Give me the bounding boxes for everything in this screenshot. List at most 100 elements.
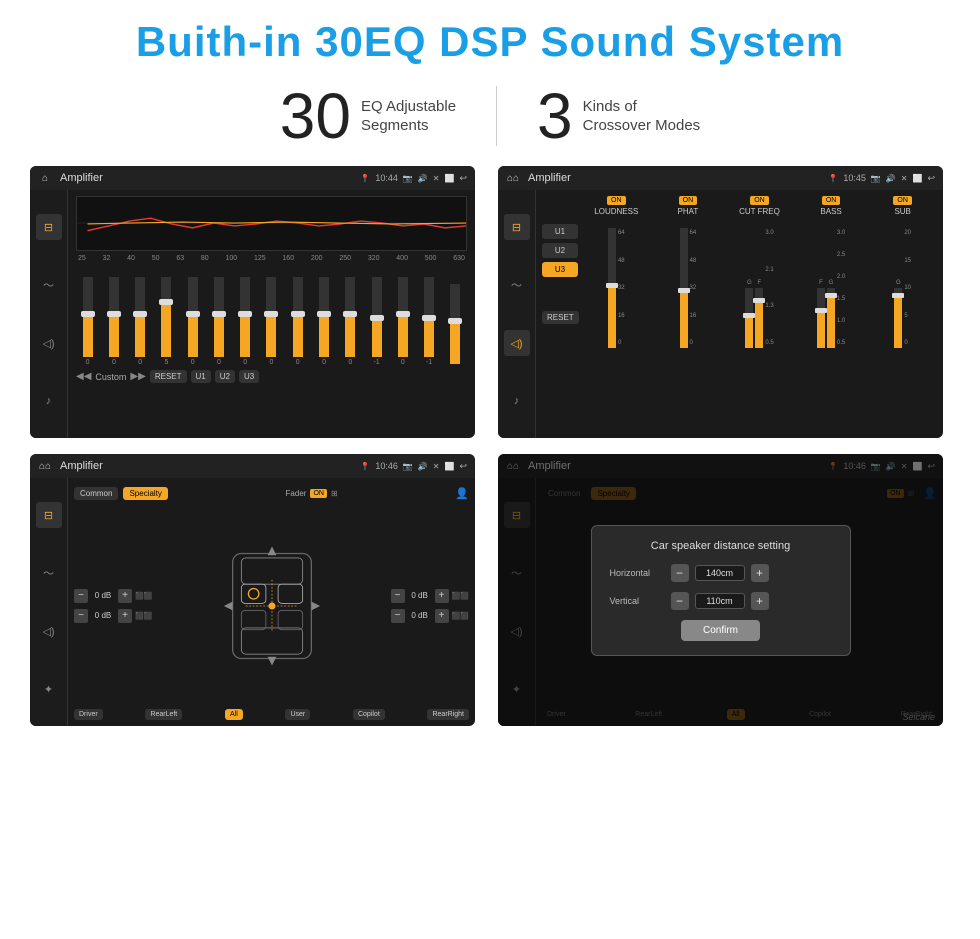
fader-row: Fader ON ⊞ bbox=[286, 489, 338, 498]
user-btn[interactable]: User bbox=[285, 709, 310, 720]
rearright-btn[interactable]: RearRight bbox=[427, 709, 469, 720]
eq-slider-1[interactable]: 0 bbox=[102, 277, 125, 366]
eq-slider-5[interactable]: 0 bbox=[207, 277, 230, 366]
screen3-sidebar: ⊟ 〜 ◁) ✦ bbox=[30, 478, 68, 726]
back-icon-2[interactable] bbox=[927, 173, 935, 184]
bass-toggle[interactable]: ON bbox=[822, 196, 841, 205]
eq-slider-7[interactable]: 0 bbox=[260, 277, 283, 366]
sub-toggle[interactable]: ON bbox=[893, 196, 912, 205]
eq-slider-14[interactable] bbox=[444, 284, 467, 366]
close-icon-2[interactable] bbox=[901, 173, 908, 183]
close-icon-1[interactable] bbox=[433, 173, 440, 183]
sidebar-vol-icon-3[interactable]: ◁) bbox=[36, 618, 62, 644]
sub-slider-g[interactable] bbox=[894, 288, 902, 348]
sidebar-eq-icon-2[interactable]: ⊟ bbox=[504, 214, 530, 240]
copilot-btn[interactable]: Copilot bbox=[353, 709, 385, 720]
sidebar-vol-icon-2[interactable]: ◁) bbox=[504, 330, 530, 356]
sidebar-wave-icon[interactable]: 〜 bbox=[36, 272, 62, 298]
eq-slider-3[interactable]: 5 bbox=[155, 277, 178, 366]
horizontal-value: 140cm bbox=[695, 565, 745, 581]
speaker-layout: − 0 dB + ⬛⬛ − 0 dB + ⬛⬛ bbox=[74, 505, 469, 706]
eq-slider-9[interactable]: 0 bbox=[312, 277, 335, 366]
home-icon-3[interactable]: ⌂ bbox=[38, 459, 52, 473]
eq-slider-11[interactable]: -1 bbox=[365, 277, 388, 366]
screen2-sidebar: ⊟ 〜 ◁) ♪ bbox=[498, 190, 536, 438]
db-minus-rl[interactable]: − bbox=[74, 609, 88, 623]
eq-slider-0[interactable]: 0 bbox=[76, 277, 99, 366]
eq-u3-btn[interactable]: U3 bbox=[239, 370, 259, 383]
eq-slider-4[interactable]: 0 bbox=[181, 277, 204, 366]
eq-slider-12[interactable]: 0 bbox=[391, 277, 414, 366]
cutfreq-slider-g[interactable] bbox=[745, 288, 753, 348]
pin-icon-3 bbox=[360, 461, 370, 471]
eq-slider-10[interactable]: 0 bbox=[339, 277, 362, 366]
db-minus-fr[interactable]: − bbox=[391, 589, 405, 603]
phat-toggle[interactable]: ON bbox=[679, 196, 698, 205]
home-icon-2[interactable]: ⌂ bbox=[506, 171, 520, 185]
cutfreq-toggle[interactable]: ON bbox=[750, 196, 769, 205]
fader-label: Fader bbox=[286, 489, 307, 498]
driver-btn[interactable]: Driver bbox=[74, 709, 103, 720]
preset-u3-btn[interactable]: U3 bbox=[542, 262, 578, 277]
horizontal-minus-btn[interactable]: − bbox=[671, 564, 689, 582]
vertical-plus-btn[interactable]: + bbox=[751, 592, 769, 610]
eq-prev-icon[interactable]: ◀ bbox=[76, 371, 91, 382]
cutfreq-label: CUT FREQ bbox=[739, 207, 780, 216]
screen2-content: ⊟ 〜 ◁) ♪ U1 U2 U3 RESET ON bbox=[498, 190, 943, 438]
eq-slider-2[interactable]: 0 bbox=[129, 277, 152, 366]
speaker-specialty-btn[interactable]: Specialty bbox=[123, 487, 167, 500]
sidebar-wave-icon-3[interactable]: 〜 bbox=[36, 560, 62, 586]
sidebar-eq-icon[interactable]: ⊟ bbox=[36, 214, 62, 240]
eq-u1-btn[interactable]: U1 bbox=[191, 370, 211, 383]
eq-next-icon[interactable]: ▶ bbox=[130, 371, 145, 382]
eq-slider-8[interactable]: 0 bbox=[286, 277, 309, 366]
loudness-label: LOUDNESS bbox=[594, 207, 638, 216]
cutfreq-slider-f[interactable] bbox=[755, 288, 763, 348]
rearleft-btn[interactable]: RearLeft bbox=[145, 709, 182, 720]
speaker-common-btn[interactable]: Common bbox=[74, 487, 118, 500]
phat-slider-1[interactable] bbox=[680, 228, 688, 348]
back-icon-1[interactable] bbox=[459, 173, 467, 184]
sidebar-vol-icon[interactable]: ◁) bbox=[36, 330, 62, 356]
db-minus-rr[interactable]: − bbox=[391, 609, 405, 623]
loudness-toggle[interactable]: ON bbox=[607, 196, 626, 205]
home-icon-1[interactable] bbox=[38, 171, 52, 185]
dialog-row-vertical: Vertical − 110cm + bbox=[610, 592, 832, 610]
sidebar-wave-icon-2[interactable]: 〜 bbox=[504, 272, 530, 298]
preset-u2-btn[interactable]: U2 bbox=[542, 243, 578, 258]
sidebar-speaker-icon-2[interactable]: ♪ bbox=[504, 388, 530, 414]
vertical-minus-btn[interactable]: − bbox=[671, 592, 689, 610]
bass-slider-g[interactable] bbox=[827, 288, 835, 348]
bass-slider-f[interactable] bbox=[817, 288, 825, 348]
db-plus-rr[interactable]: + bbox=[435, 609, 449, 623]
db-plus-fr[interactable]: + bbox=[435, 589, 449, 603]
copy-icon-3 bbox=[444, 461, 454, 471]
eq-reset-btn[interactable]: RESET bbox=[150, 370, 187, 383]
screen3-content: ⊟ 〜 ◁) ✦ Common Specialty Fader ON ⊞ bbox=[30, 478, 475, 726]
sidebar-eq-icon-3[interactable]: ⊟ bbox=[36, 502, 62, 528]
eq-u2-btn[interactable]: U2 bbox=[215, 370, 235, 383]
preset-u1-btn[interactable]: U1 bbox=[542, 224, 578, 239]
db-plus-rl[interactable]: + bbox=[118, 609, 132, 623]
topbar-2: ⌂ Amplifier 10:45 bbox=[498, 166, 943, 190]
db-plus-fl[interactable]: + bbox=[118, 589, 132, 603]
crossover-reset-btn[interactable]: RESET bbox=[542, 311, 579, 324]
all-btn[interactable]: All bbox=[225, 709, 243, 720]
phat-label: PHAT bbox=[678, 207, 699, 216]
eq-slider-6[interactable]: 0 bbox=[234, 277, 257, 366]
eq-slider-13[interactable]: -1 bbox=[417, 277, 440, 366]
stats-row: 30 EQ Adjustable Segments 3 Kinds of Cro… bbox=[140, 84, 840, 148]
db-minus-fl[interactable]: − bbox=[74, 589, 88, 603]
eq-preset-label: Custom bbox=[95, 372, 126, 382]
loudness-slider-1[interactable] bbox=[608, 228, 616, 348]
confirm-button[interactable]: Confirm bbox=[681, 620, 760, 641]
topbar-3: ⌂ Amplifier 10:46 bbox=[30, 454, 475, 478]
sidebar-bluetooth-icon-3[interactable]: ✦ bbox=[36, 676, 62, 702]
horizontal-plus-btn[interactable]: + bbox=[751, 564, 769, 582]
screen-eq: Amplifier 10:44 ⊟ 〜 ◁) ♪ bbox=[30, 166, 475, 438]
sidebar-speaker-icon[interactable]: ♪ bbox=[36, 388, 62, 414]
phat-sliders: 644832160 bbox=[680, 218, 697, 348]
fader-toggle[interactable]: ON bbox=[310, 489, 327, 498]
close-icon-3[interactable] bbox=[433, 461, 440, 471]
back-icon-3[interactable] bbox=[459, 461, 467, 472]
